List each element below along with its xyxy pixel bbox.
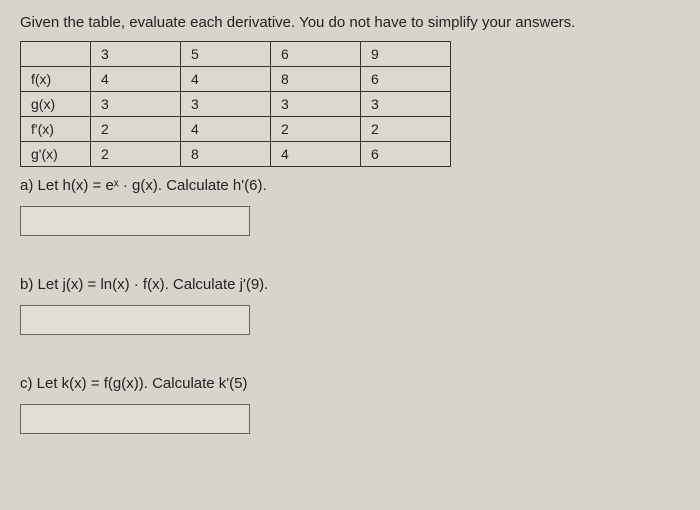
table-header-cell: 6 xyxy=(271,42,361,67)
table-cell: 8 xyxy=(271,67,361,92)
table-cell: 6 xyxy=(361,67,451,92)
table-header-row: 3 5 6 9 xyxy=(21,42,451,67)
table-cell: 4 xyxy=(271,142,361,167)
table-cell: 3 xyxy=(91,92,181,117)
table-cell: 8 xyxy=(181,142,271,167)
table-header-cell xyxy=(21,42,91,67)
table-row: g(x) 3 3 3 3 xyxy=(21,92,451,117)
table-row: g'(x) 2 8 4 6 xyxy=(21,142,451,167)
answer-input-a[interactable] xyxy=(20,206,250,236)
table-cell: 3 xyxy=(181,92,271,117)
table-cell: 2 xyxy=(91,142,181,167)
table-header-cell: 5 xyxy=(181,42,271,67)
row-label: g(x) xyxy=(21,92,91,117)
table-cell: 2 xyxy=(361,117,451,142)
table-cell: 4 xyxy=(181,67,271,92)
table-cell: 4 xyxy=(181,117,271,142)
table-header-cell: 3 xyxy=(91,42,181,67)
table-row: f(x) 4 4 8 6 xyxy=(21,67,451,92)
table-cell: 4 xyxy=(91,67,181,92)
part-b-text: b) Let j(x) = ln(x) · f(x). Calculate j'… xyxy=(20,276,680,293)
row-label: f'(x) xyxy=(21,117,91,142)
row-label: f(x) xyxy=(21,67,91,92)
table-cell: 2 xyxy=(271,117,361,142)
function-table: 3 5 6 9 f(x) 4 4 8 6 g(x) 3 3 3 3 f'(x) … xyxy=(20,41,451,167)
part-a-text: a) Let h(x) = eˣ · g(x). Calculate h'(6)… xyxy=(20,177,680,194)
row-label: g'(x) xyxy=(21,142,91,167)
table-cell: 3 xyxy=(271,92,361,117)
table-cell: 2 xyxy=(91,117,181,142)
part-c-text: c) Let k(x) = f(g(x)). Calculate k'(5) xyxy=(20,375,680,392)
table-cell: 3 xyxy=(361,92,451,117)
instruction-text: Given the table, evaluate each derivativ… xyxy=(20,14,680,31)
table-row: f'(x) 2 4 2 2 xyxy=(21,117,451,142)
table-cell: 6 xyxy=(361,142,451,167)
answer-input-b[interactable] xyxy=(20,305,250,335)
answer-input-c[interactable] xyxy=(20,404,250,434)
table-header-cell: 9 xyxy=(361,42,451,67)
